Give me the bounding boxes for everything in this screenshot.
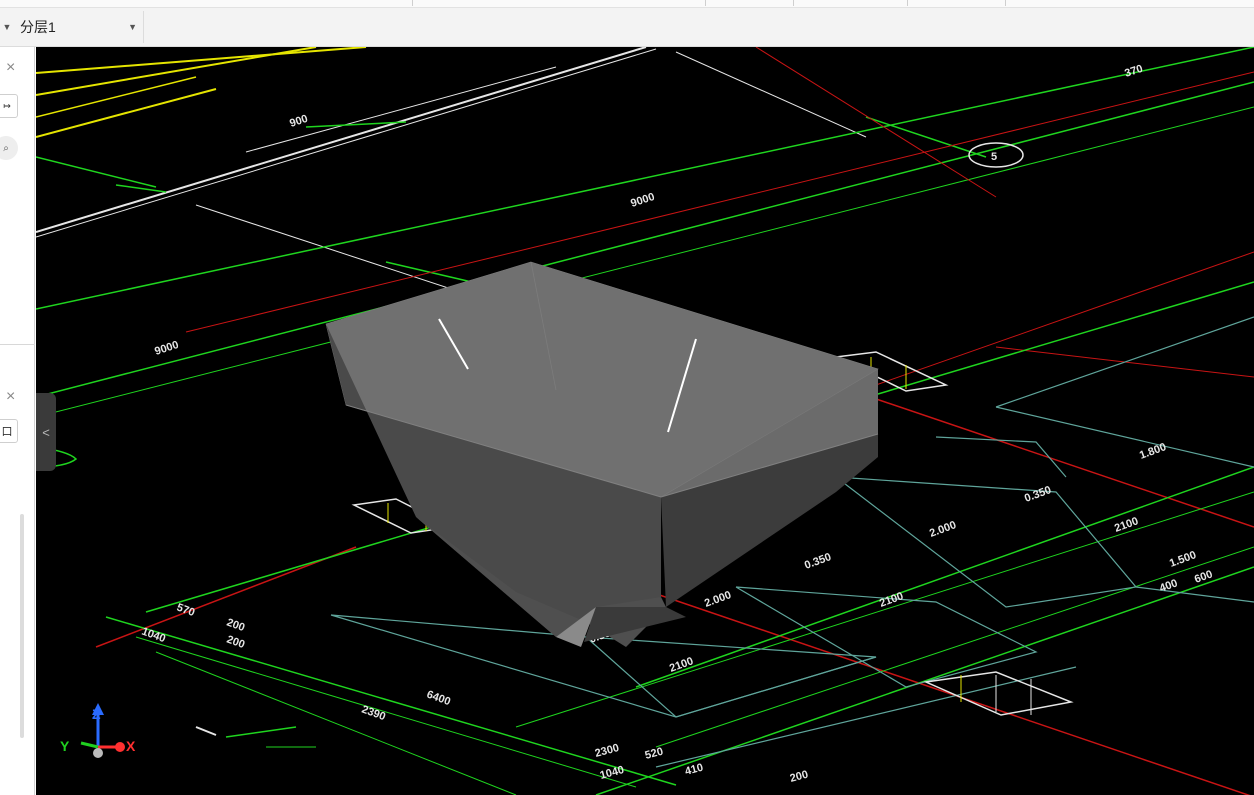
dim-label: 1.500 <box>1168 549 1198 570</box>
axis-origin <box>93 748 103 758</box>
chevron-left-icon: < <box>42 424 50 440</box>
dim-label: 2100 <box>1113 515 1140 535</box>
x-axis-label: X <box>126 738 136 754</box>
panel-collapse-toggle[interactable]: < <box>36 393 56 471</box>
teal-slab-outline <box>655 666 1077 768</box>
red-axis-line <box>755 47 997 198</box>
dim-label: 600 <box>1193 568 1214 586</box>
toolbar-divider <box>1005 0 1006 6</box>
panel-scrollbar[interactable] <box>20 514 24 738</box>
teal-slab-outline <box>835 476 1138 608</box>
yellow-wall-line <box>36 47 317 96</box>
chevron-down-icon: ▼ <box>128 22 137 32</box>
green-dim-line <box>155 651 517 795</box>
close-icon[interactable]: × <box>6 389 15 405</box>
cad-3d-viewport[interactable]: 5 9000 9000 900 2.000 0.350 2100 1.800 0… <box>36 47 1254 795</box>
dim-label: 570 <box>175 602 196 620</box>
red-axis-line <box>825 381 1254 528</box>
green-dim-line <box>225 726 297 738</box>
layer-row: ▼ 分层1 ▼ <box>0 11 144 43</box>
z-axis-label: Z <box>92 706 101 722</box>
teal-slab-outline <box>585 636 877 718</box>
dim-label: 0.350 <box>803 551 833 572</box>
teal-slab-outline <box>995 316 1254 408</box>
white-beam-line <box>36 48 657 238</box>
dim-label: 200 <box>225 617 246 635</box>
dim-label: 2.000 <box>928 519 958 540</box>
dim-label: 2100 <box>668 655 695 675</box>
dim-label: 1040 <box>599 764 626 782</box>
green-grid-line <box>36 47 1254 310</box>
green-grid-line <box>36 156 157 188</box>
axis-gizmo: Z Y X <box>60 703 136 758</box>
white-beam-line <box>675 51 867 138</box>
ribbon-edge <box>0 0 1254 8</box>
dim-label: 2300 <box>594 742 621 760</box>
dim-label: 9000 <box>153 339 180 358</box>
yellow-wall-line <box>36 88 217 138</box>
yellow-wall-line <box>36 47 367 74</box>
dim-label: 370 <box>1123 63 1144 80</box>
toolbar-divider <box>705 0 706 6</box>
y-axis-label: Y <box>60 738 70 754</box>
red-axis-line <box>185 71 1254 333</box>
dim-label: 200 <box>789 769 810 785</box>
toolbar-divider <box>793 0 794 6</box>
yellow-wall-line <box>36 76 197 118</box>
layer-dropdown[interactable]: 分层1 ▼ <box>20 11 144 43</box>
green-grid-line <box>865 116 987 158</box>
dim-label: 2390 <box>360 704 387 724</box>
x-axis-arrowhead <box>115 742 125 752</box>
red-axis-line <box>95 546 357 648</box>
green-grid-line <box>115 184 167 193</box>
white-beam-line <box>245 66 557 153</box>
layer-dropdown-value: 分层1 <box>20 19 56 35</box>
white-beam-line <box>36 47 647 233</box>
dim-label: 2.000 <box>703 589 733 610</box>
top-toolbar: ▼ 分层1 ▼ <box>0 0 1254 47</box>
close-icon[interactable]: × <box>6 60 15 76</box>
grid-bubble-label: 5 <box>991 151 997 163</box>
search-icon[interactable]: ⌕ <box>0 136 18 160</box>
toolbar-divider <box>412 0 413 6</box>
dim-label: 6400 <box>425 689 452 709</box>
teal-slab-outline <box>995 406 1254 468</box>
dim-label: 9000 <box>629 191 656 210</box>
white-beam-line <box>195 726 217 736</box>
chevron-down-icon[interactable]: ▼ <box>0 22 14 32</box>
y-axis-arrow <box>80 741 99 749</box>
left-panel: × ↦ ⌕ × 口 <box>0 47 35 795</box>
dim-label: 520 <box>644 746 665 762</box>
dim-label: 0.350 <box>1023 484 1053 505</box>
dim-label: 200 <box>225 634 246 652</box>
dim-label: 2100 <box>878 590 905 610</box>
panel-action-button[interactable]: ↦ <box>0 94 18 118</box>
teal-slab-outline <box>1135 586 1254 603</box>
3d-solid-foundation <box>325 261 879 647</box>
panel-checkbox[interactable]: 口 <box>0 419 18 443</box>
toolbar-divider <box>907 0 908 6</box>
green-dim-line <box>655 546 1254 748</box>
panel-divider <box>0 344 35 345</box>
dim-label: 1.800 <box>1138 441 1168 462</box>
